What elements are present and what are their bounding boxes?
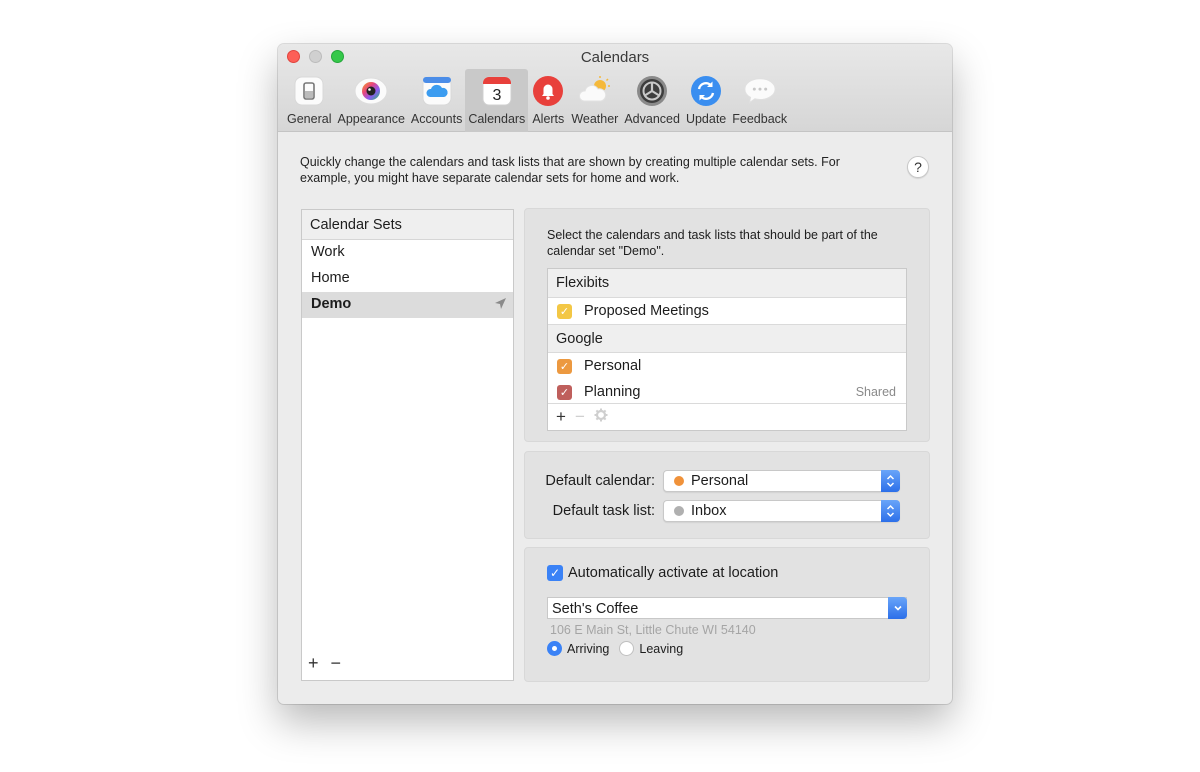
- auto-activate-label: Automatically activate at location: [568, 565, 779, 581]
- window-title: Calendars: [580, 49, 650, 66]
- chevron-down-icon[interactable]: [888, 597, 907, 619]
- svg-text:3: 3: [492, 87, 501, 104]
- tab-update[interactable]: Update: [683, 69, 729, 132]
- calendar-set-item[interactable]: Home: [302, 266, 513, 292]
- calendars-pane: Quickly change the calendars and task li…: [278, 132, 952, 704]
- auto-activate-row[interactable]: ✓ Automatically activate at location: [547, 565, 778, 581]
- preferences-window: Calendars General Appearance Accounts 3 …: [278, 44, 952, 704]
- location-value: Seth's Coffee: [552, 601, 639, 617]
- tab-label: Accounts: [410, 112, 463, 126]
- set-label: Work: [311, 244, 345, 260]
- arriving-label: Arriving: [567, 641, 610, 656]
- auto-activate-checkbox[interactable]: ✓: [547, 565, 563, 581]
- tab-alerts[interactable]: Alerts: [528, 69, 568, 132]
- calendar-sets-header: Calendar Sets: [302, 210, 513, 240]
- table-footer: + −: [548, 403, 906, 430]
- feedback-bubble-icon: [743, 74, 777, 108]
- bell-icon: [531, 74, 565, 108]
- tab-label: Alerts: [532, 112, 565, 126]
- calendar-set-item[interactable]: Work: [302, 240, 513, 266]
- remove-set-button[interactable]: −: [331, 653, 342, 674]
- add-calendar-button[interactable]: +: [556, 407, 566, 427]
- update-icon: [689, 74, 723, 108]
- calendar-label: Planning: [584, 384, 641, 400]
- help-button[interactable]: ?: [907, 156, 929, 178]
- titlebar: Calendars General Appearance Accounts 3 …: [278, 44, 952, 132]
- calendar-label: Proposed Meetings: [584, 303, 709, 319]
- shared-badge: Shared: [855, 385, 896, 399]
- calendar-sets-list: Calendar Sets Work Home Demo + −: [301, 209, 514, 681]
- default-calendar-row: Default calendar: Personal: [525, 470, 929, 492]
- intro-text: Quickly change the calendars and task li…: [300, 155, 840, 185]
- group-header: Flexibits: [548, 269, 906, 298]
- tab-calendars[interactable]: 3 Calendars: [465, 69, 529, 132]
- weather-icon: [578, 74, 612, 108]
- tab-general[interactable]: General: [284, 69, 334, 132]
- calendars-table: Flexibits ✓ Proposed Meetings Google ✓ P…: [547, 268, 907, 431]
- trigger-radio-group: Arriving Leaving: [547, 641, 683, 656]
- appearance-icon: [354, 74, 388, 108]
- task-list-color-dot: [674, 506, 684, 516]
- defaults-panel: Default calendar: Personal Default task …: [524, 451, 930, 539]
- tab-label: Update: [685, 112, 727, 126]
- sets-footer: + −: [308, 653, 341, 674]
- remove-calendar-button[interactable]: −: [575, 407, 585, 427]
- default-task-list-label: Default task list:: [552, 503, 655, 519]
- location-address: 106 E Main St, Little Chute WI 54140: [550, 623, 756, 637]
- add-set-button[interactable]: +: [308, 653, 319, 674]
- location-combo-box[interactable]: Seth's Coffee: [547, 597, 907, 619]
- calendar-selection-panel: Select the calendars and task lists that…: [524, 208, 930, 442]
- calendar-color-dot: [674, 476, 684, 486]
- leaving-radio[interactable]: [619, 641, 635, 656]
- tab-label: Calendars: [468, 112, 526, 126]
- tab-label: Feedback: [732, 112, 788, 126]
- checkbox-checked[interactable]: ✓: [557, 358, 572, 374]
- calendar-icon: 3: [480, 74, 514, 108]
- checkbox-checked[interactable]: ✓: [557, 384, 572, 400]
- selection-description: Select the calendars and task lists that…: [547, 228, 878, 258]
- calendar-label: Personal: [584, 358, 642, 374]
- location-panel: ✓ Automatically activate at location Set…: [524, 547, 930, 682]
- preferences-toolbar: General Appearance Accounts 3 Calendars: [284, 69, 790, 132]
- tab-label: Advanced: [624, 112, 680, 126]
- advanced-gear-icon: [635, 74, 669, 108]
- tab-appearance[interactable]: Appearance: [334, 69, 407, 132]
- default-task-list-row: Default task list: Inbox: [525, 500, 929, 522]
- calendar-row[interactable]: ✓ Personal: [548, 353, 906, 379]
- arriving-radio[interactable]: [547, 641, 562, 656]
- calendar-row[interactable]: ✓ Proposed Meetings: [548, 298, 906, 324]
- accounts-cloud-icon: [420, 74, 454, 108]
- set-label: Home: [311, 270, 350, 286]
- up-down-chevron-icon: [881, 470, 900, 492]
- tab-advanced[interactable]: Advanced: [621, 69, 683, 132]
- default-calendar-popup[interactable]: Personal: [663, 470, 900, 492]
- tab-label: General: [287, 112, 332, 126]
- general-icon: [292, 74, 326, 108]
- checkbox-checked[interactable]: ✓: [557, 303, 572, 319]
- default-calendar-label: Default calendar:: [545, 473, 655, 489]
- group-header: Google: [548, 324, 906, 353]
- tab-label: Appearance: [337, 112, 405, 126]
- leaving-label: Leaving: [639, 641, 684, 656]
- popup-value: Personal: [691, 473, 749, 489]
- tab-feedback[interactable]: Feedback: [729, 69, 790, 132]
- calendar-set-item-selected[interactable]: Demo: [302, 292, 513, 318]
- default-task-list-popup[interactable]: Inbox: [663, 500, 900, 522]
- location-arrow-icon: [494, 297, 507, 314]
- up-down-chevron-icon: [881, 500, 900, 522]
- calendar-row[interactable]: ✓ Planning Shared: [548, 379, 906, 405]
- settings-gear-icon[interactable]: [594, 407, 608, 427]
- popup-value: Inbox: [691, 503, 727, 519]
- tab-weather[interactable]: Weather: [568, 69, 621, 132]
- tab-accounts[interactable]: Accounts: [408, 69, 465, 132]
- tab-label: Weather: [571, 112, 619, 126]
- set-label: Demo: [311, 296, 352, 312]
